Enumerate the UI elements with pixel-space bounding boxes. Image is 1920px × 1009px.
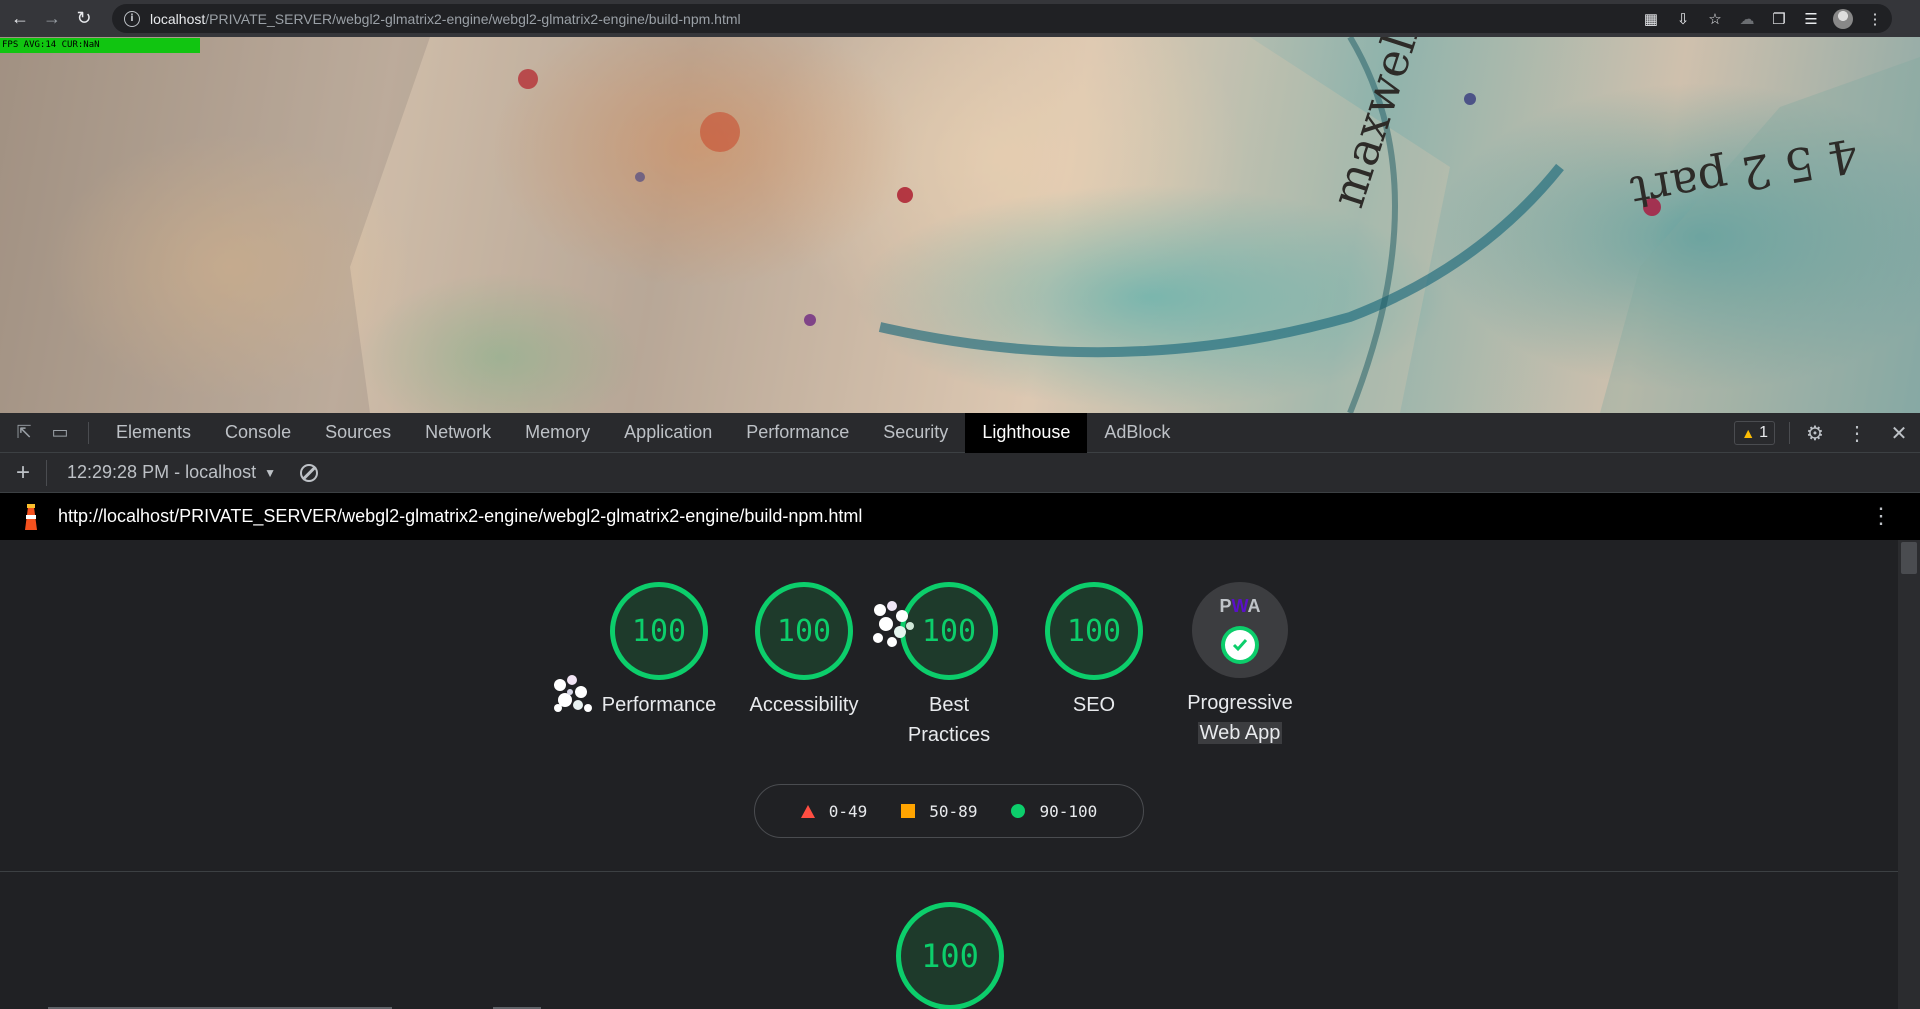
report-menu-icon[interactable]: ⋮ [1870, 505, 1892, 527]
section-divider [0, 871, 1898, 872]
circle-icon [1011, 804, 1026, 818]
close-devtools-icon[interactable]: ✕ [1878, 413, 1920, 453]
legend-range: 90-100 [1039, 801, 1098, 821]
report-scrollbar[interactable] [1898, 540, 1920, 1009]
gauge-label: Progressive Web App [1170, 688, 1310, 748]
clear-reports-icon[interactable] [300, 463, 318, 482]
legend-item-average: 50-89 [901, 802, 977, 821]
triangle-icon [800, 804, 815, 818]
lighthouse-report: 100 Performance 100 Accessibility 100 Be… [0, 540, 1920, 1009]
tab-adblock[interactable]: AdBlock [1087, 413, 1187, 453]
site-info-icon[interactable]: i [124, 10, 140, 27]
fps-counter: FPS AVG:14 CUR:NaN [0, 38, 200, 53]
devtools-tab-bar: ⇱ ▭ Elements Console Sources Network Mem… [0, 412, 1920, 453]
tab-memory[interactable]: Memory [508, 413, 607, 453]
divider [1789, 422, 1790, 444]
browser-toolbar: ← → ↻ i localhost/PRIVATE_SERVER/webgl2-… [0, 0, 1920, 37]
legend-range: 0-49 [828, 801, 868, 821]
gauge-label: SEO [1072, 694, 1116, 716]
tab-elements[interactable]: Elements [99, 413, 208, 453]
gauge-pwa[interactable]: PWA Progressive Web App [1170, 582, 1310, 748]
qr-code-icon[interactable]: ▦ [1640, 8, 1662, 30]
chevron-down-icon: ▼ [264, 465, 276, 480]
browser-menu-icon[interactable]: ⋮ [1864, 8, 1886, 30]
square-icon [901, 804, 916, 818]
lighthouse-logo-icon [22, 503, 40, 531]
forward-icon[interactable]: → [36, 0, 68, 37]
reading-list-icon[interactable]: ☰ [1800, 8, 1822, 30]
reload-icon[interactable]: ↻ [68, 0, 100, 37]
profile-avatar[interactable] [1832, 8, 1854, 30]
pwa-badge: PWA [1192, 582, 1288, 678]
settings-gear-icon[interactable]: ⚙ [1794, 413, 1836, 453]
warning-icon: ▲ [1741, 425, 1756, 441]
section-score-gauge[interactable]: 100 [896, 902, 1004, 1009]
devtools-panel: ⇱ ▭ Elements Console Sources Network Mem… [0, 412, 1920, 1009]
legend-item-fail: 0-49 [800, 801, 868, 821]
tab-performance[interactable]: Performance [729, 413, 866, 453]
lighthouse-toolbar: + 12:29:28 PM - localhost ▼ [0, 453, 1920, 493]
legend-item-pass: 90-100 [1011, 802, 1097, 821]
devtools-menu-icon[interactable]: ⋮ [1836, 413, 1878, 453]
gauge-performance[interactable]: 100 Performance [589, 582, 729, 720]
canvas-scene [0, 37, 1920, 413]
score-ring: 100 [610, 582, 708, 680]
pwa-label-line2: Web App [1197, 722, 1283, 744]
tab-network[interactable]: Network [408, 413, 508, 453]
scrollbar-thumb[interactable] [1901, 542, 1917, 574]
warnings-badge[interactable]: ▲ 1 [1734, 421, 1775, 445]
gauge-seo[interactable]: 100 SEO [1024, 582, 1164, 720]
divider [88, 421, 89, 444]
webgl-canvas[interactable]: maxwell 6 -wepeT 5 b 4 5 2 part FPS AVG:… [0, 37, 1920, 413]
url-path: /PRIVATE_SERVER/webgl2-glmatrix2-engine/… [205, 10, 741, 27]
score-ring: 100 [755, 582, 853, 680]
back-icon[interactable]: ← [4, 0, 36, 37]
gauge-label: Performance [601, 694, 717, 716]
check-icon [1221, 626, 1259, 664]
new-report-icon[interactable]: + [0, 459, 46, 487]
tab-application[interactable]: Application [607, 413, 729, 453]
bookmark-star-icon[interactable]: ☆ [1704, 8, 1726, 30]
report-url-bar: http://localhost/PRIVATE_SERVER/webgl2-g… [0, 493, 1920, 540]
tab-security[interactable]: Security [866, 413, 965, 453]
tab-lighthouse[interactable]: Lighthouse [965, 412, 1088, 453]
gauge-label: Accessibility [749, 694, 859, 716]
report-selector[interactable]: 12:29:28 PM - localhost ▼ [46, 459, 276, 486]
inspect-element-icon[interactable]: ⇱ [6, 413, 42, 453]
tab-sources[interactable]: Sources [308, 413, 408, 453]
tab-console[interactable]: Console [208, 413, 308, 453]
extensions-icon[interactable]: ❐ [1768, 8, 1790, 30]
device-toolbar-icon[interactable]: ▭ [42, 413, 78, 453]
sync-icon[interactable]: ☁ [1736, 8, 1758, 30]
gauge-label: Best Practices [907, 694, 991, 746]
legend-range: 50-89 [929, 801, 978, 821]
install-icon[interactable]: ⇩ [1672, 8, 1694, 30]
gauge-accessibility[interactable]: 100 Accessibility [734, 582, 874, 720]
confetti-decoration-icon [554, 675, 592, 712]
url-host: localhost [150, 10, 206, 27]
report-time: 12:29:28 PM - localhost [67, 462, 257, 482]
score-legend: 0-49 50-89 90-100 [754, 784, 1144, 838]
score-ring: 100 [1045, 582, 1143, 680]
warning-count: 1 [1759, 424, 1768, 441]
address-bar[interactable]: i localhost/PRIVATE_SERVER/webgl2-glmatr… [112, 4, 1892, 33]
pwa-logo-icon: PWA [1219, 596, 1261, 616]
pwa-label-line1: Progressive [1187, 692, 1293, 714]
confetti-decoration-icon [873, 601, 914, 647]
report-url: http://localhost/PRIVATE_SERVER/webgl2-g… [58, 506, 863, 526]
